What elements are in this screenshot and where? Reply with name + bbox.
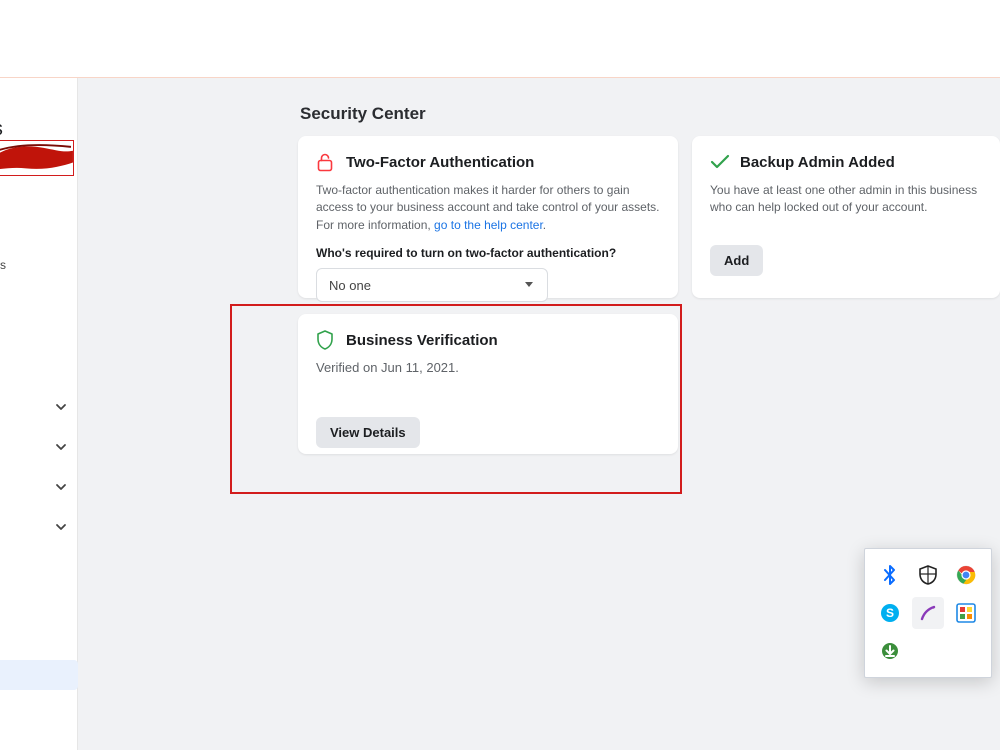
card-business-verification: Business Verification Verified on Jun 11… <box>298 314 678 454</box>
unlock-icon <box>316 152 336 172</box>
two-factor-desc-post: . <box>543 218 546 232</box>
sidebar-sublabel-fragment: s <box>0 258 6 272</box>
groove-icon[interactable] <box>912 597 944 629</box>
defender-icon[interactable] <box>912 559 944 591</box>
page-title: Security Center <box>300 104 426 124</box>
help-center-link[interactable]: go to the help center <box>434 218 543 232</box>
system-tray-overflow[interactable]: S <box>864 548 992 678</box>
check-icon <box>710 152 730 172</box>
sidebar-title-fragment: gs <box>0 118 3 141</box>
add-button[interactable]: Add <box>710 245 763 276</box>
skype-icon[interactable]: S <box>874 597 906 629</box>
chevron-down-icon[interactable] <box>54 400 70 416</box>
chrome-icon[interactable] <box>950 559 982 591</box>
svg-text:S: S <box>886 606 894 620</box>
card-title: Backup Admin Added <box>740 154 895 171</box>
redacted-account-box[interactable] <box>0 140 74 176</box>
card-two-factor: Two-Factor Authentication Two-factor aut… <box>298 136 678 298</box>
card-title: Business Verification <box>346 332 498 349</box>
verification-status: Verified on Jun 11, 2021. <box>316 360 660 375</box>
caret-down-icon <box>523 278 535 293</box>
sidebar-active-highlight <box>0 660 78 690</box>
chevron-down-icon[interactable] <box>54 480 70 496</box>
sidebar-collapse-carets <box>54 400 70 560</box>
select-value: No one <box>329 278 371 293</box>
view-details-button[interactable]: View Details <box>316 417 420 448</box>
chevron-down-icon[interactable] <box>54 440 70 456</box>
two-factor-question: Who's required to turn on two-factor aut… <box>316 246 660 260</box>
two-factor-requirement-select[interactable]: No one <box>316 268 548 302</box>
main-area: Security Center Two-Factor Authenticatio… <box>78 78 1000 750</box>
snip-icon[interactable] <box>950 597 982 629</box>
card-body-text: Two-factor authentication makes it harde… <box>316 182 660 234</box>
idm-icon[interactable] <box>874 635 906 667</box>
shield-icon <box>316 330 336 350</box>
card-title: Two-Factor Authentication <box>346 154 534 171</box>
backup-admin-desc: You have at least one other admin in thi… <box>710 182 982 217</box>
bluetooth-icon[interactable] <box>874 559 906 591</box>
top-blank-strip <box>0 0 1000 78</box>
chevron-down-icon[interactable] <box>54 520 70 536</box>
card-backup-admin: Backup Admin Added You have at least one… <box>692 136 1000 298</box>
